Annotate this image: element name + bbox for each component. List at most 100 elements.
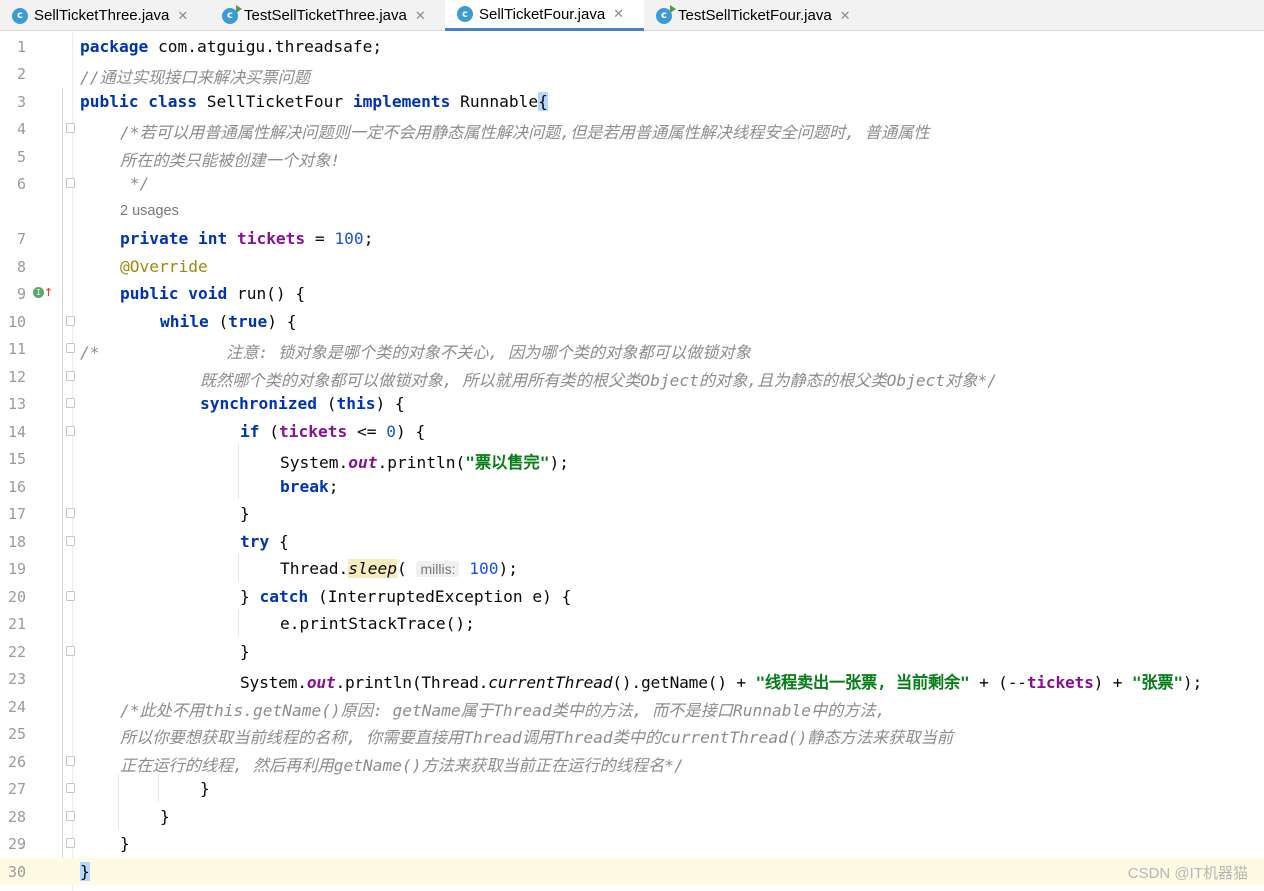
code-text: System.out.println(Thread.currentThread(… bbox=[240, 673, 1203, 692]
line-number: 9 bbox=[16, 285, 26, 303]
tab-label: TestSellTicketThree.java bbox=[244, 7, 407, 24]
line-number: 10 bbox=[7, 312, 26, 331]
line-number: 30 bbox=[7, 862, 26, 881]
code-line: 24 /*此处不用this.getName()原因: getName属于Thre… bbox=[0, 693, 1264, 720]
fold-icon[interactable] bbox=[66, 810, 75, 821]
code-text: public void run() { bbox=[120, 284, 306, 303]
fold-icon[interactable] bbox=[66, 838, 75, 848]
runnable-class-icon: c bbox=[222, 4, 242, 24]
fold-icon[interactable] bbox=[66, 783, 75, 793]
fold-icon[interactable] bbox=[66, 343, 75, 353]
code-line: 23 System.out.println(Thread.currentThre… bbox=[0, 665, 1264, 692]
code-line: 18 try { bbox=[0, 528, 1264, 555]
code-text: } bbox=[160, 806, 170, 826]
fold-icon[interactable] bbox=[66, 178, 75, 188]
tab-sell-ticket-four[interactable]: c SellTicketFour.java ✕ bbox=[445, 0, 644, 31]
runnable-class-icon: c bbox=[656, 4, 676, 24]
close-icon[interactable]: ✕ bbox=[177, 8, 188, 24]
code-text: } bbox=[120, 834, 130, 853]
code-line: 27 } bbox=[0, 775, 1264, 802]
class-icon: c bbox=[457, 6, 473, 22]
fold-icon[interactable] bbox=[66, 370, 75, 381]
line-number: 13 bbox=[7, 395, 26, 413]
implements-method-icon[interactable]: I bbox=[33, 287, 44, 298]
close-icon[interactable]: ✕ bbox=[415, 8, 426, 24]
line-number: 20 bbox=[7, 587, 26, 606]
code-text: break; bbox=[280, 476, 339, 496]
code-line: 1 package com.atguigu.threadsafe; bbox=[0, 33, 1264, 60]
code-line: 14 if (tickets <= 0) { bbox=[0, 418, 1264, 445]
close-icon[interactable]: ✕ bbox=[613, 6, 624, 22]
code-line: 17 } bbox=[0, 500, 1264, 527]
tab-test-sell-ticket-four[interactable]: c TestSellTicketFour.java ✕ bbox=[644, 0, 874, 31]
tab-test-sell-ticket-three[interactable]: c TestSellTicketThree.java ✕ bbox=[210, 0, 445, 31]
line-number: 18 bbox=[7, 532, 26, 551]
code-line: 12 既然哪个类的对象都可以做锁对象, 所以就用所有类的根父类Object的对象… bbox=[0, 363, 1264, 390]
code-line: 13 synchronized (this) { bbox=[0, 390, 1264, 417]
tab-label: SellTicketFour.java bbox=[479, 5, 606, 23]
tab-sell-ticket-three[interactable]: c SellTicketThree.java ✕ bbox=[0, 0, 210, 31]
up-arrow-icon[interactable]: ↑ bbox=[44, 282, 53, 300]
code-line: 22 } bbox=[0, 638, 1264, 665]
code-text: 所以你要想获取当前线程的名称, 你需要直接用Thread调用Thread类中的c… bbox=[120, 728, 953, 747]
code-line: 26 正在运行的线程, 然后再利用getName()方法来获取当前正在运行的线程… bbox=[0, 748, 1264, 775]
fold-icon[interactable] bbox=[66, 123, 75, 133]
code-text: /*若可以用普通属性解决问题则一定不会用静态属性解决问题,但是若用普通属性解决线… bbox=[120, 123, 930, 142]
usages-hint-line: 2 usages bbox=[0, 198, 1264, 225]
parameter-hint: millis: bbox=[416, 561, 460, 577]
line-number: 24 bbox=[7, 697, 26, 716]
fold-icon[interactable] bbox=[66, 535, 75, 546]
fold-icon[interactable] bbox=[66, 315, 75, 326]
code-text: /* 注意: 锁对象是哪个类的对象不关心, 因为哪个类的对象都可以做锁对象 bbox=[80, 343, 751, 362]
code-line: 20 } catch (InterruptedException e) { bbox=[0, 583, 1264, 610]
class-icon: c bbox=[12, 7, 28, 24]
line-number: 3 bbox=[16, 92, 26, 111]
close-icon[interactable]: ✕ bbox=[840, 8, 851, 24]
code-line: 3 public class SellTicketFour implements… bbox=[0, 88, 1264, 115]
line-number: 17 bbox=[7, 505, 26, 523]
code-text: } bbox=[240, 641, 250, 661]
tab-label: SellTicketThree.java bbox=[34, 7, 170, 24]
code-text: 正在运行的线程, 然后再利用getName()方法来获取当前正在运行的线程名*/ bbox=[120, 755, 684, 775]
fold-icon[interactable] bbox=[66, 645, 75, 656]
line-number: 28 bbox=[7, 807, 26, 826]
line-number: 11 bbox=[7, 340, 26, 358]
code-line: 5 所在的类只能被创建一个对象! bbox=[0, 143, 1264, 170]
code-text: 既然哪个类的对象都可以做锁对象, 所以就用所有类的根父类Object的对象,且为… bbox=[200, 370, 997, 390]
code-text: public class SellTicketFour implements R… bbox=[80, 91, 548, 111]
code-text: private int tickets = 100; bbox=[120, 229, 374, 248]
code-line: 9 I ↑ public void run() { bbox=[0, 280, 1264, 307]
fold-icon[interactable] bbox=[66, 398, 75, 408]
code-line: 25 所以你要想获取当前线程的名称, 你需要直接用Thread调用Thread类… bbox=[0, 720, 1264, 747]
fold-icon[interactable] bbox=[66, 508, 75, 518]
code-text: } catch (InterruptedException e) { bbox=[240, 586, 572, 606]
line-number: 26 bbox=[7, 752, 26, 771]
line-number: 21 bbox=[7, 615, 26, 633]
code-line: 8 @Override bbox=[0, 253, 1264, 280]
fold-icon[interactable] bbox=[66, 755, 75, 766]
code-text: Thread.sleep( millis: 100); bbox=[280, 559, 518, 578]
line-number: 2 bbox=[16, 65, 26, 83]
line-number: 19 bbox=[7, 560, 26, 578]
line-number: 4 bbox=[16, 120, 26, 138]
line-number: 23 bbox=[7, 670, 26, 688]
usages-hint[interactable]: 2 usages bbox=[120, 203, 179, 219]
code-line: 10 while (true) { bbox=[0, 308, 1264, 335]
line-number: 25 bbox=[7, 725, 26, 743]
code-text: System.out.println("票以售完"); bbox=[280, 453, 569, 472]
code-text: } bbox=[80, 861, 90, 881]
line-number: 22 bbox=[7, 642, 26, 661]
code-line: 19 Thread.sleep( millis: 100); bbox=[0, 555, 1264, 582]
code-text: } bbox=[200, 779, 210, 798]
code-text: try { bbox=[240, 531, 289, 551]
code-line: 28 } bbox=[0, 803, 1264, 830]
line-number: 12 bbox=[7, 367, 26, 386]
code-line: 4 /*若可以用普通属性解决问题则一定不会用静态属性解决问题,但是若用普通属性解… bbox=[0, 115, 1264, 142]
fold-icon[interactable] bbox=[66, 590, 75, 601]
fold-icon[interactable] bbox=[66, 425, 75, 436]
line-number: 14 bbox=[7, 422, 26, 441]
code-text: 所在的类只能被创建一个对象! bbox=[120, 150, 341, 170]
code-line: 11 /* 注意: 锁对象是哪个类的对象不关心, 因为哪个类的对象都可以做锁对象 bbox=[0, 335, 1264, 362]
line-number: 8 bbox=[16, 257, 26, 276]
code-text: /*此处不用this.getName()原因: getName属于Thread类… bbox=[120, 700, 886, 720]
